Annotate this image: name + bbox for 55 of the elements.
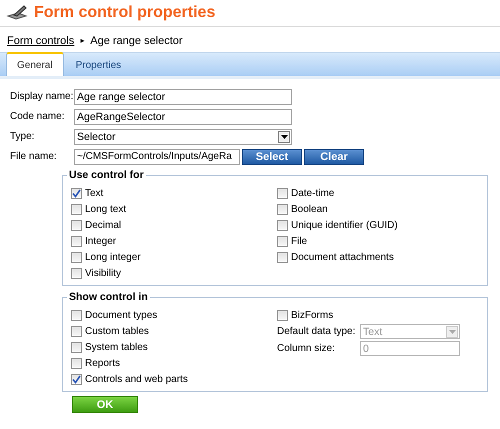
breadcrumb-separator: ▸: [80, 35, 84, 47]
checkbox-label: Visibility: [85, 266, 121, 280]
field-label: Display name:: [10, 90, 74, 104]
action-button[interactable]: Clear: [304, 148, 364, 164]
field-label: Default data type:: [277, 325, 356, 339]
checkbox[interactable]: [71, 268, 82, 278]
checkbox[interactable]: [71, 188, 82, 198]
checkbox-label: Decimal: [85, 218, 122, 232]
checkbox-label: BizForms: [291, 308, 334, 322]
action-button[interactable]: Select: [242, 148, 302, 164]
checkbox[interactable]: [71, 374, 82, 384]
tab[interactable]: General: [6, 52, 64, 76]
text-field[interactable]: Age range selector: [74, 88, 292, 104]
field-label: Code name:: [10, 110, 66, 124]
dropdown[interactable]: Selector: [74, 128, 292, 144]
breadcrumb-current: Age range selector: [90, 34, 183, 49]
checkbox[interactable]: [277, 204, 288, 214]
checkbox-label: Long text: [85, 202, 126, 216]
checkbox-label: Boolean: [291, 202, 328, 216]
field-label: Column size:: [277, 342, 336, 356]
dropdown-value: Selector: [77, 130, 116, 144]
file-path-field[interactable]: ~/CMSFormControls/Inputs/AgeRa: [74, 148, 240, 164]
checkbox[interactable]: [71, 342, 82, 352]
text-field[interactable]: AgeRangeSelector: [74, 108, 292, 124]
checkbox-label: Document types: [85, 308, 158, 322]
checkbox-label: Reports: [85, 356, 120, 370]
checkbox[interactable]: [71, 220, 82, 230]
checkbox-label: Custom tables: [85, 324, 149, 338]
checkbox[interactable]: [277, 252, 288, 262]
field-label: File name:: [10, 150, 58, 164]
breadcrumb-link[interactable]: Form controls: [7, 32, 74, 50]
checkbox[interactable]: [71, 358, 82, 368]
checkbox-label: Unique identifier (GUID): [291, 218, 398, 232]
checkbox-label: File: [291, 234, 308, 248]
checkbox[interactable]: [71, 252, 82, 262]
checkbox[interactable]: [277, 220, 288, 230]
page-title: Form control properties: [34, 3, 216, 23]
checkbox-label: Text: [85, 186, 104, 200]
checkbox-label: Controls and web parts: [85, 372, 188, 386]
checkbox-label: Long integer: [85, 250, 141, 264]
checkbox-label: Document attachments: [291, 250, 394, 264]
checkbox[interactable]: [277, 310, 288, 320]
checkbox[interactable]: [277, 236, 288, 246]
tab[interactable]: Properties: [66, 54, 132, 76]
checkbox[interactable]: [71, 326, 82, 336]
pen-tablet-icon: [6, 5, 28, 21]
checkbox-label: System tables: [85, 340, 148, 354]
checkbox[interactable]: [71, 310, 82, 320]
checkbox[interactable]: [277, 188, 288, 198]
checkbox[interactable]: [71, 204, 82, 214]
checkbox[interactable]: [71, 236, 82, 246]
checkbox-label: Date-time: [291, 186, 334, 200]
dropdown-value: Text: [363, 325, 382, 338]
field-label: Type:: [10, 130, 36, 144]
checkbox-label: Integer: [85, 234, 116, 248]
